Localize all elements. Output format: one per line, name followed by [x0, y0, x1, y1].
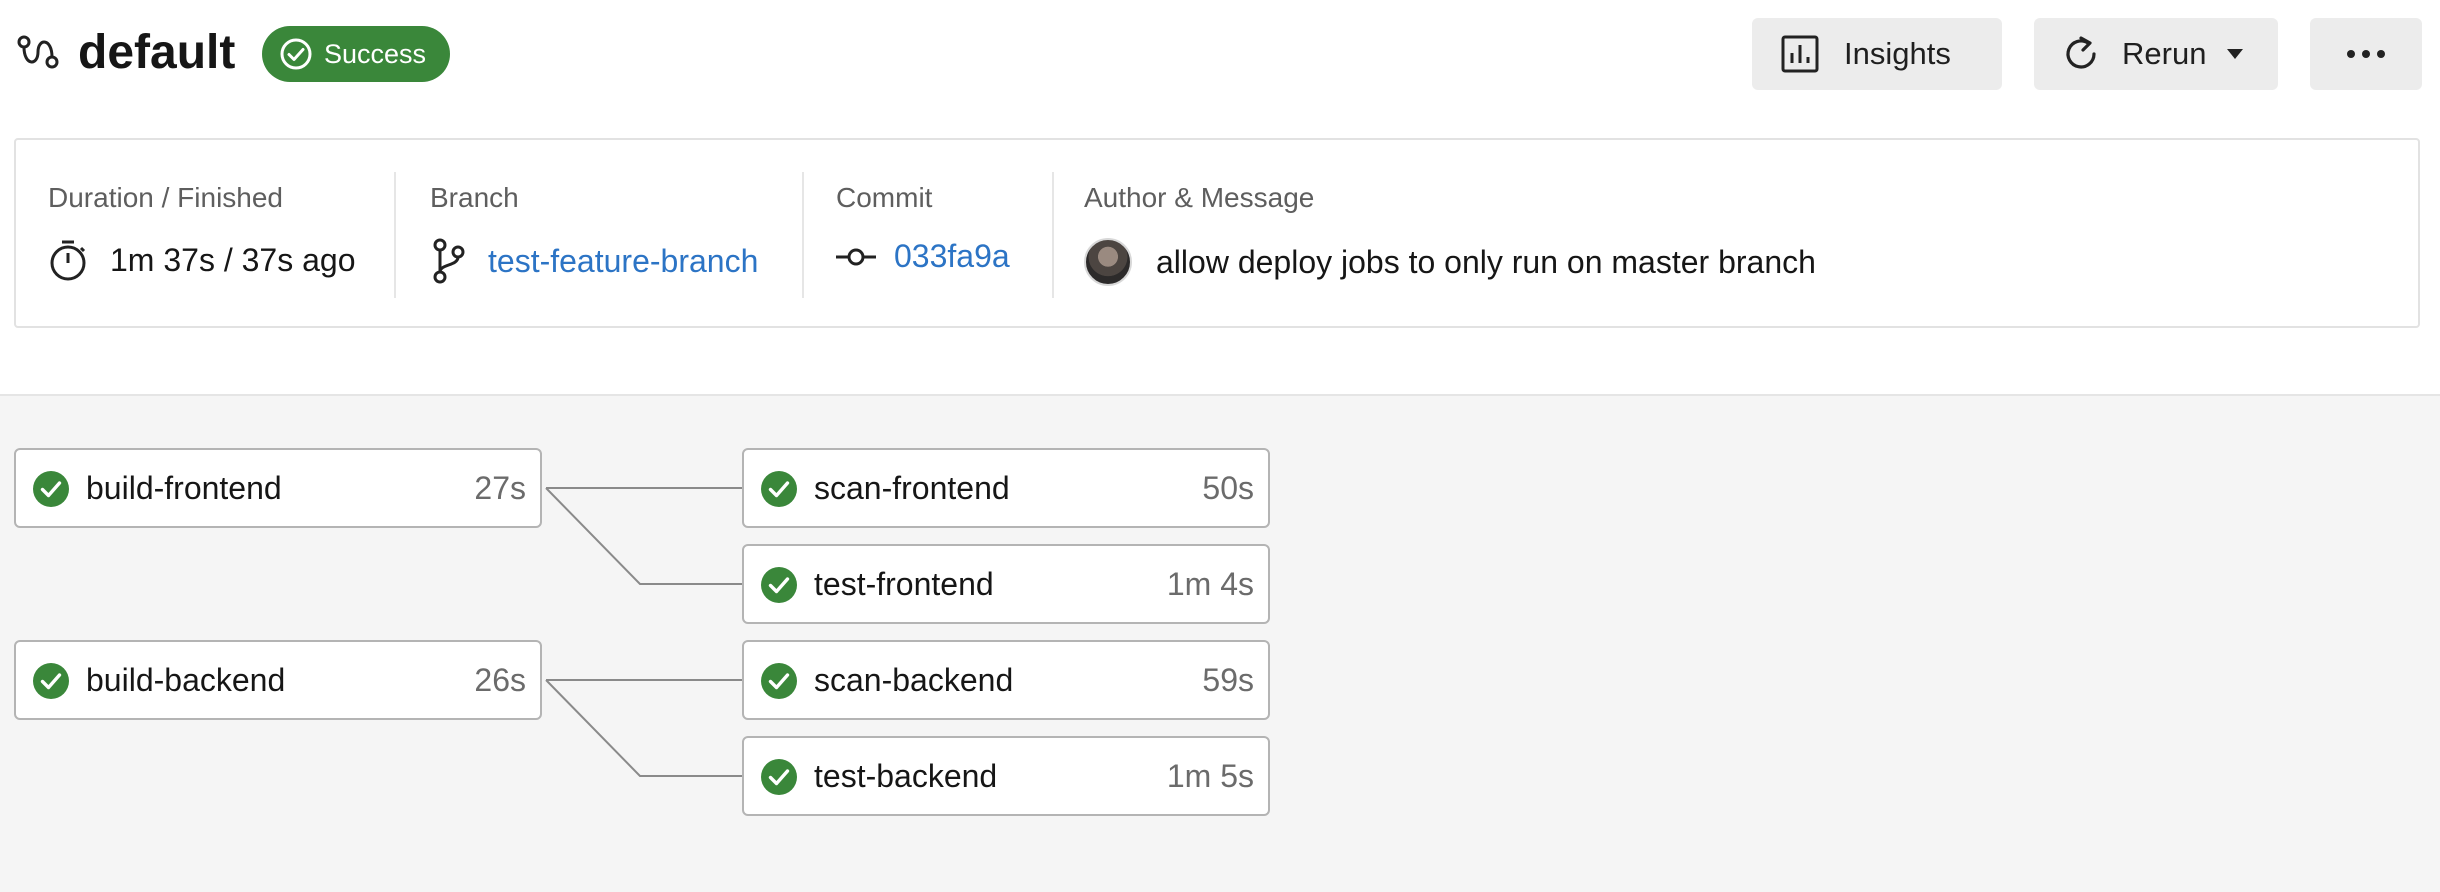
- workflow-icon: [17, 35, 59, 69]
- job-name: build-frontend: [86, 470, 282, 506]
- job-card-test-backend[interactable]: test-backend 1m 5s: [742, 736, 1270, 816]
- job-name: scan-frontend: [814, 470, 1010, 506]
- git-commit-icon: [836, 248, 876, 265]
- pipeline-header: default Success Insights Rerun: [0, 0, 2440, 108]
- duration-label: Duration / Finished: [48, 182, 284, 213]
- author-label: Author & Message: [1084, 182, 1315, 213]
- caret-down-icon[interactable]: [2226, 48, 2244, 60]
- pipeline-graph: build-frontend 27s scan-frontend 50s tes…: [0, 394, 2440, 892]
- check-circle-icon: [761, 567, 797, 603]
- check-circle-icon: [761, 759, 797, 795]
- more-actions-button[interactable]: [2310, 18, 2422, 90]
- job-duration: 50s: [1202, 470, 1254, 506]
- job-name: test-frontend: [814, 566, 994, 602]
- job-duration: 59s: [1202, 662, 1254, 698]
- commit-value-row: 033fa9a: [836, 238, 1010, 275]
- job-duration: 1m 4s: [1166, 566, 1254, 602]
- refresh-icon: [2066, 36, 2096, 69]
- job-duration: 1m 5s: [1166, 758, 1254, 794]
- more-horizontal-icon: [2347, 50, 2385, 58]
- commit-label: Commit: [836, 182, 933, 213]
- rerun-label: Rerun: [2122, 36, 2207, 71]
- job-name: scan-backend: [814, 662, 1014, 698]
- status-label: Success: [324, 38, 427, 69]
- branch-label: Branch: [430, 182, 519, 213]
- job-card-test-frontend[interactable]: test-frontend 1m 4s: [742, 544, 1270, 624]
- divider: [1052, 172, 1054, 298]
- divider: [394, 172, 396, 298]
- check-circle-icon: [761, 663, 797, 699]
- stopwatch-icon: [50, 240, 86, 281]
- rerun-button[interactable]: Rerun: [2034, 18, 2278, 90]
- check-circle-icon: [761, 471, 797, 507]
- insights-button[interactable]: Insights: [1752, 18, 2002, 90]
- git-branch-icon: [433, 238, 465, 284]
- job-card-build-backend[interactable]: build-backend 26s: [14, 640, 542, 720]
- job-duration: 26s: [474, 662, 526, 698]
- job-duration: 27s: [474, 470, 526, 506]
- check-circle-icon: [280, 38, 312, 70]
- commit-message: allow deploy jobs to only run on master …: [1156, 243, 1816, 280]
- check-circle-icon: [33, 663, 69, 699]
- job-card-scan-frontend[interactable]: scan-frontend 50s: [742, 448, 1270, 528]
- duration-section: Duration / Finished 1m 37s / 37s ago: [48, 140, 388, 326]
- branch-section: Branch test-feature-branch: [430, 140, 810, 326]
- divider: [802, 172, 804, 298]
- duration-value: 1m 37s / 37s ago: [110, 241, 356, 278]
- job-name: build-backend: [86, 662, 286, 698]
- bar-chart-icon: [1781, 35, 1819, 73]
- page-title: default: [78, 26, 236, 79]
- commit-section: Commit 033fa9a: [836, 140, 1056, 326]
- avatar: [1084, 238, 1132, 286]
- job-name: test-backend: [814, 758, 998, 794]
- job-card-scan-backend[interactable]: scan-backend 59s: [742, 640, 1270, 720]
- job-card-build-frontend[interactable]: build-frontend 27s: [14, 448, 542, 528]
- duration-value-row: 1m 37s / 37s ago: [48, 238, 355, 282]
- author-section: Author & Message allow deploy jobs to on…: [1084, 140, 2384, 326]
- author-value-row: allow deploy jobs to only run on master …: [1084, 238, 1816, 286]
- insights-label: Insights: [1844, 36, 1951, 71]
- branch-link[interactable]: test-feature-branch: [488, 243, 758, 280]
- commit-link[interactable]: 033fa9a: [894, 238, 1010, 275]
- status-badge: Success: [262, 26, 451, 82]
- branch-value-row: test-feature-branch: [430, 238, 758, 284]
- check-circle-icon: [33, 471, 69, 507]
- pipeline-info-panel: Duration / Finished 1m 37s / 37s ago Bra…: [14, 138, 2420, 328]
